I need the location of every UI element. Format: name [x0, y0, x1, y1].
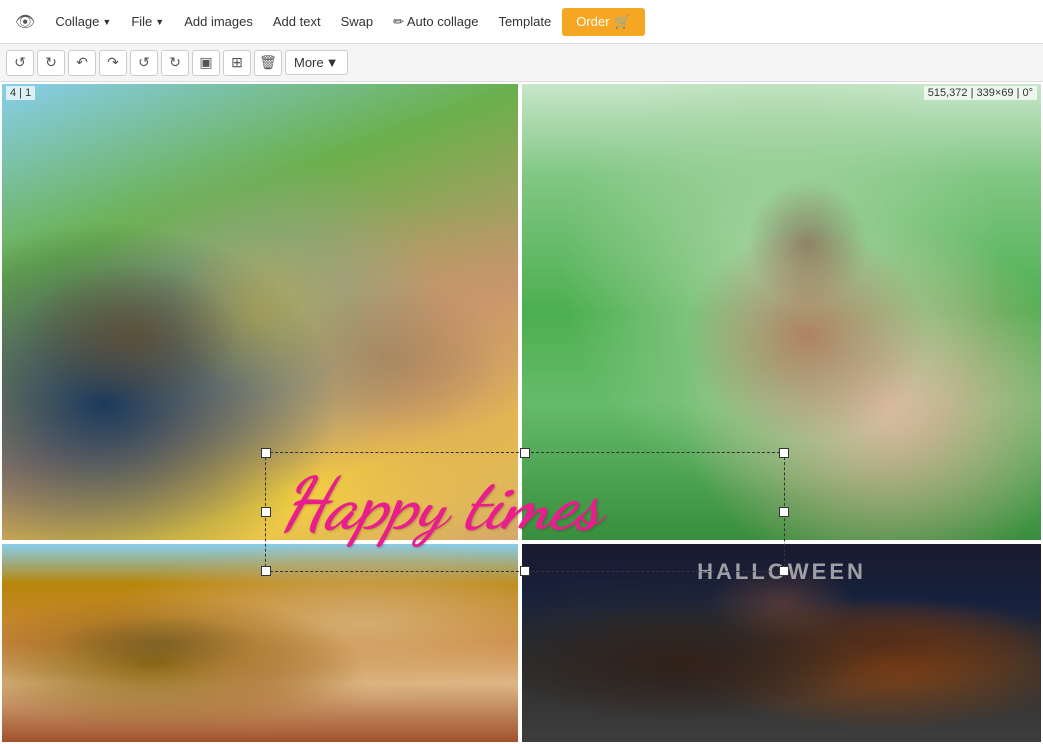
- swap-button[interactable]: Swap: [332, 9, 383, 34]
- delete-button[interactable]: 🗑: [254, 50, 282, 76]
- template-label: Template: [498, 14, 551, 29]
- add-text-button[interactable]: Add text: [264, 9, 330, 34]
- add-images-label: Add images: [184, 14, 253, 29]
- undo-button[interactable]: ↺: [130, 50, 158, 76]
- trash-icon: 🗑: [259, 54, 277, 71]
- more-button[interactable]: More ▼: [285, 50, 348, 75]
- collage-menu[interactable]: Collage ▼: [46, 9, 120, 34]
- rotate-cw-button[interactable]: ↻: [37, 50, 65, 76]
- photo-cell-2[interactable]: [520, 82, 1043, 542]
- undo-icon: ↺: [138, 54, 150, 71]
- photo-cell-4[interactable]: HALLOWEEN: [520, 542, 1043, 744]
- collage-label: Collage: [55, 14, 99, 29]
- status-right: 515,372 | 339×69 | 0°: [924, 86, 1037, 100]
- more-label: More: [294, 55, 324, 70]
- rotate-cw-icon: ↻: [45, 54, 57, 71]
- file-caret-icon: ▼: [155, 17, 164, 27]
- photo-cell-3[interactable]: [0, 542, 520, 744]
- add-text-label: Add text: [273, 14, 321, 29]
- frame-icon: ▣: [199, 54, 212, 71]
- auto-collage-label: ✏ Auto collage: [393, 14, 478, 30]
- template-button[interactable]: Template: [489, 9, 560, 34]
- eye-button[interactable]: 👁: [6, 7, 44, 37]
- top-menu-bar: 👁 Collage ▼ File ▼ Add images Add text S…: [0, 0, 1043, 44]
- auto-collage-button[interactable]: ✏ Auto collage: [384, 9, 487, 35]
- grid-icon: ⊞: [231, 54, 243, 71]
- file-label: File: [131, 14, 152, 29]
- order-button[interactable]: Order 🛒: [562, 8, 644, 36]
- flip-v-button[interactable]: ↷: [99, 50, 127, 76]
- rotate-ccw-icon: ↺: [14, 54, 26, 71]
- eye-icon: 👁: [15, 12, 35, 32]
- frame-button[interactable]: ▣: [192, 50, 220, 76]
- grid-button[interactable]: ⊞: [223, 50, 251, 76]
- photo-cell-1[interactable]: [0, 82, 520, 542]
- cart-icon: 🛒: [614, 14, 630, 30]
- status-left: 4 | 1: [6, 86, 35, 100]
- flip-h-icon: ↶: [76, 54, 88, 71]
- toolbar: ↺ ↻ ↶ ↷ ↺ ↻ ▣ ⊞ 🗑 More ▼: [0, 44, 1043, 82]
- rotate-ccw-button[interactable]: ↺: [6, 50, 34, 76]
- redo-button[interactable]: ↻: [161, 50, 189, 76]
- file-menu[interactable]: File ▼: [122, 9, 173, 34]
- add-images-button[interactable]: Add images: [175, 9, 262, 34]
- redo-icon: ↻: [169, 54, 181, 71]
- swap-label: Swap: [341, 14, 374, 29]
- more-caret-icon: ▼: [326, 55, 339, 70]
- collage-caret-icon: ▼: [102, 17, 111, 27]
- photo-grid: HALLOWEEN: [0, 82, 1043, 744]
- flip-h-button[interactable]: ↶: [68, 50, 96, 76]
- order-label: Order: [576, 14, 609, 29]
- flip-v-icon: ↷: [107, 54, 119, 71]
- halloween-label: HALLOWEEN: [697, 559, 866, 585]
- canvas-area: 4 | 1 515,372 | 339×69 | 0° HALLOWEEN Ha…: [0, 82, 1043, 744]
